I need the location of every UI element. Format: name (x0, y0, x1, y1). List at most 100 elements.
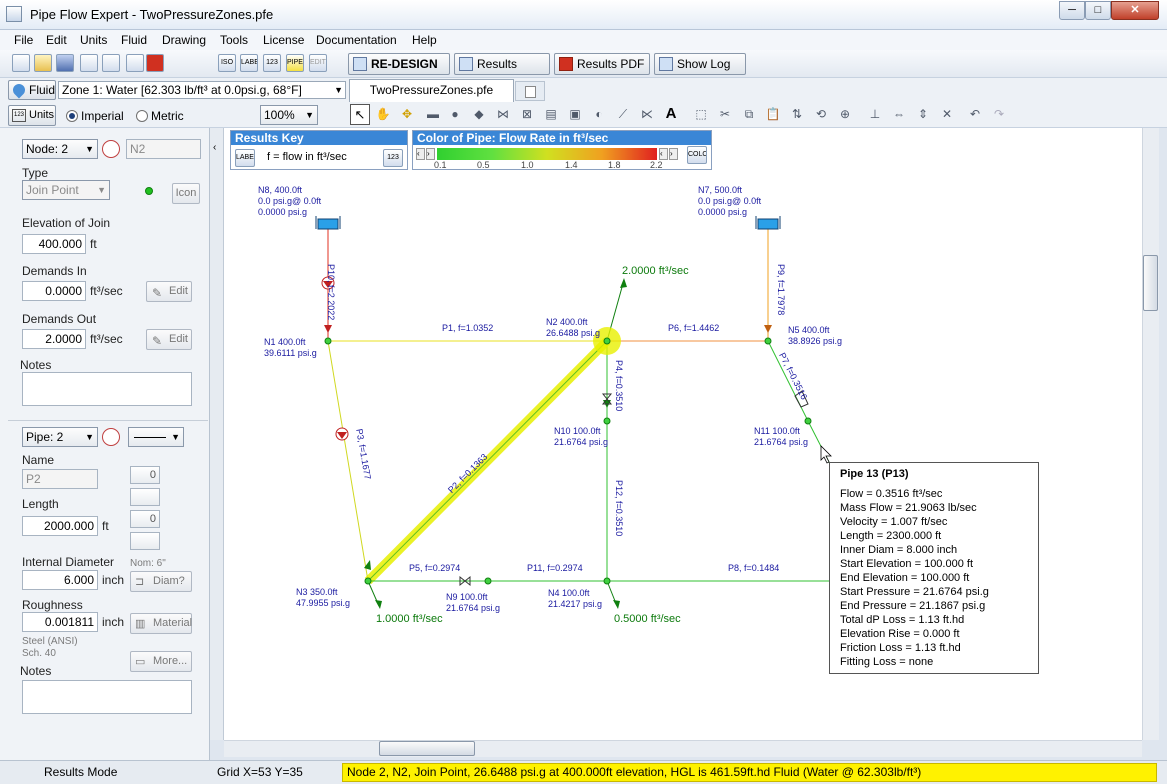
node-n1[interactable] (324, 337, 332, 345)
chevron-left-icon[interactable]: ‹ (659, 148, 668, 160)
text-tool-icon[interactable]: A (662, 105, 680, 123)
menu-drawing[interactable]: Drawing (162, 33, 206, 47)
valve-tool-icon[interactable]: ⋈ (494, 105, 512, 123)
show-log-button[interactable]: Show Log (654, 53, 746, 75)
maximize-button[interactable]: □ (1085, 1, 1111, 20)
node-n10[interactable] (603, 417, 611, 425)
menu-license[interactable]: License (263, 33, 304, 47)
fitting-control-count[interactable]: 0 (130, 510, 160, 528)
icon-button[interactable]: Icon (172, 183, 200, 204)
copy-icon[interactable]: ⧉ (740, 105, 758, 123)
menu-help[interactable]: Help (412, 33, 437, 47)
close-button[interactable]: ✕ (1111, 1, 1159, 20)
vertical-scroll-thumb[interactable] (1143, 255, 1158, 311)
align-icon[interactable]: ⊥ (866, 105, 884, 123)
zoom-select[interactable]: 100% ▼ (260, 105, 318, 125)
chevron-left-icon[interactable]: ‹ (416, 148, 425, 160)
paste-icon[interactable]: 📋 (764, 105, 782, 123)
node-n2[interactable] (603, 337, 611, 345)
redesign-button[interactable]: RE-DESIGN (348, 53, 450, 75)
chevron-right-icon[interactable]: › (426, 148, 435, 160)
imperial-radio[interactable] (66, 110, 78, 122)
node-tool-icon[interactable]: ◆ (470, 105, 488, 123)
menu-file[interactable]: File (14, 33, 33, 47)
undo-icon[interactable]: ↶ (966, 105, 984, 123)
delete-icon[interactable]: ✕ (938, 105, 956, 123)
save-icon[interactable] (56, 54, 74, 72)
pipe-p2[interactable] (367, 340, 608, 582)
image-tool-icon[interactable]: ▣ (566, 105, 584, 123)
pipe-selector[interactable]: Pipe: 2 ▼ (22, 427, 98, 447)
pipe-tool-icon[interactable]: ▬ (424, 105, 442, 123)
pump-symbol-icon[interactable]: ◐ (590, 105, 608, 123)
menu-tools[interactable]: Tools (220, 33, 248, 47)
node-notes-field[interactable] (22, 372, 192, 406)
drawing-canvas[interactable]: Results Key LABEL f = flow in ft³/sec 12… (224, 128, 1142, 740)
node-n5[interactable] (764, 337, 772, 345)
node-name-field[interactable]: N2 (126, 139, 201, 159)
demands-out-field[interactable]: 2.0000 (22, 329, 86, 349)
pump-tool-icon[interactable]: ● (446, 105, 464, 123)
number-settings-icon[interactable]: 123 (383, 149, 403, 167)
pipe-notes-field[interactable] (22, 680, 192, 714)
fitting-component-box[interactable] (130, 488, 160, 506)
results-pdf-button[interactable]: Results PDF (554, 53, 650, 75)
edit-demands-in-button[interactable]: ✎ Edit (146, 281, 192, 302)
cut-icon[interactable]: ✂ (716, 105, 734, 123)
iso-icon[interactable]: ISO (218, 54, 236, 72)
more-button[interactable]: ▭ More... (130, 651, 192, 672)
diameter-button[interactable]: ⊐ Diam? (130, 571, 192, 592)
print-icon[interactable] (126, 54, 144, 72)
new-tab-button[interactable] (515, 81, 545, 101)
chevron-right-icon[interactable]: › (669, 148, 678, 160)
selection-box-icon[interactable]: ⬚ (692, 105, 710, 123)
edit-icon[interactable]: EDIT (309, 54, 327, 72)
zoom-area-icon[interactable]: ⊕ (836, 105, 854, 123)
menu-fluid[interactable]: Fluid (121, 33, 147, 47)
print-preview-icon[interactable] (102, 54, 120, 72)
metric-radio[interactable] (136, 110, 148, 122)
pan-hand-icon[interactable]: ✋ (374, 105, 392, 123)
distribute-icon[interactable]: ⇔ (890, 105, 908, 123)
pipe-name-field[interactable]: P2 (22, 469, 98, 489)
pdf-icon[interactable] (146, 54, 164, 72)
node-n11[interactable] (804, 417, 812, 425)
tank-tool-icon[interactable]: ▤ (542, 105, 560, 123)
demands-in-field[interactable]: 0.0000 (22, 281, 86, 301)
email-icon[interactable] (80, 54, 98, 72)
results-sheet-button[interactable]: Results Sheet (454, 53, 550, 91)
pipe-p7[interactable] (767, 340, 809, 422)
vertical-scrollbar[interactable] (1142, 128, 1159, 740)
label-settings-icon[interactable]: LABEL (235, 149, 255, 167)
node-n3[interactable] (364, 577, 372, 585)
tank-n8-icon[interactable] (317, 218, 339, 230)
elevation-field[interactable]: 400.000 (22, 234, 86, 254)
horizontal-scrollbar[interactable] (224, 740, 1142, 757)
flip-icon[interactable]: ⇅ (788, 105, 806, 123)
fluid-button[interactable]: Fluid (8, 80, 56, 100)
node-n4[interactable] (603, 577, 611, 585)
line-style-select[interactable]: ▼ (128, 427, 184, 447)
fitting-valve-count[interactable]: 0 (130, 466, 160, 484)
node-type-select[interactable]: Join Point ▼ (22, 180, 110, 200)
pipe-icon[interactable]: PIPE (286, 54, 304, 72)
rotate-icon[interactable]: ⟲ (812, 105, 830, 123)
check-valve-icon[interactable]: ⟋ (614, 105, 632, 123)
component-tool-icon[interactable]: ⊠ (518, 105, 536, 123)
move-icon[interactable]: ✥ (398, 105, 416, 123)
length-field[interactable]: 2000.000 (22, 516, 98, 536)
fluid-zone-select[interactable]: Zone 1: Water [62.303 lb/ft³ at 0.0psi.g… (58, 81, 346, 99)
minimize-button[interactable]: ─ (1059, 1, 1085, 20)
menu-edit[interactable]: Edit (46, 33, 67, 47)
new-file-icon[interactable] (12, 54, 30, 72)
label-icon[interactable]: LABEL (240, 54, 258, 72)
edit-demands-out-button[interactable]: ✎ Edit (146, 329, 192, 350)
locate-node-icon[interactable] (102, 140, 120, 158)
node-n9[interactable] (484, 577, 492, 585)
menu-units[interactable]: Units (80, 33, 107, 47)
color-settings-icon[interactable]: COLOR (687, 146, 707, 164)
horizontal-scroll-thumb[interactable] (379, 741, 475, 756)
internal-diameter-field[interactable]: 6.000 (22, 570, 98, 590)
node-selector[interactable]: Node: 2 ▼ (22, 139, 98, 159)
redo-icon[interactable]: ↷ (990, 105, 1008, 123)
